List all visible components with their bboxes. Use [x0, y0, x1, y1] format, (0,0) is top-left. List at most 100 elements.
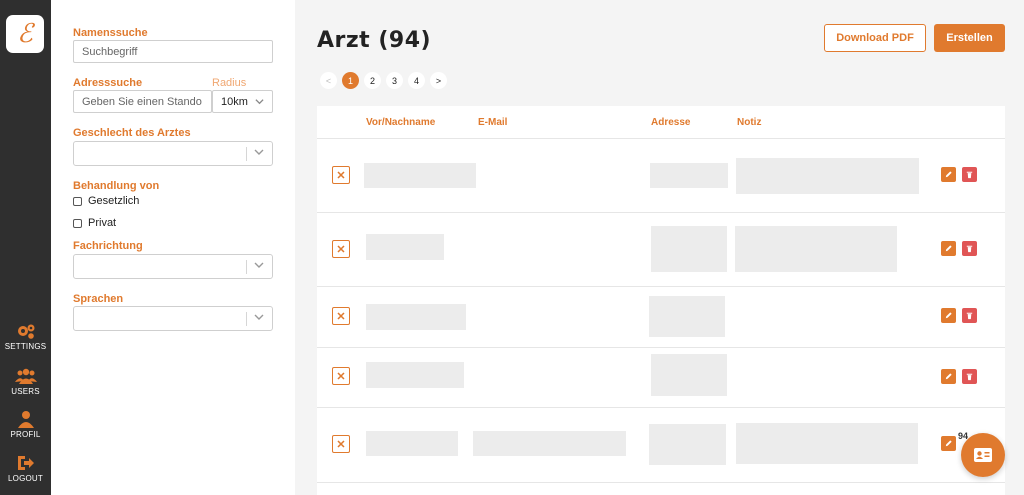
address-search-label: Adresssuche: [73, 77, 143, 89]
address-cell: [651, 226, 727, 272]
sidebar-label-settings: SETTINGS: [4, 342, 47, 351]
select-separator: [246, 260, 247, 274]
name-cell: [366, 234, 444, 260]
column-header-note: Notiz: [737, 117, 762, 128]
edit-button[interactable]: [941, 436, 956, 451]
row-delete-toggle[interactable]: ✕: [332, 307, 350, 325]
delete-button[interactable]: [962, 369, 977, 384]
chevron-down-icon: [255, 99, 264, 105]
languages-label: Sprachen: [73, 293, 124, 305]
logout-icon: [17, 456, 34, 470]
name-cell: [366, 304, 466, 330]
checkbox-box[interactable]: [73, 218, 82, 228]
row-divider: [317, 347, 1005, 348]
column-header-name: Vor/Nachname: [366, 117, 436, 128]
gears-icon: [17, 324, 34, 339]
trash-icon: [966, 245, 973, 253]
contact-card-icon: [974, 448, 992, 462]
address-cell: [650, 163, 728, 188]
download-pdf-button[interactable]: Download PDF: [824, 24, 926, 52]
pagination-page-2[interactable]: 2: [364, 72, 381, 89]
row-divider: [317, 407, 1005, 408]
sidebar-item-users[interactable]: USERS: [0, 367, 51, 396]
filter-panel: Namenssuche Suchbegriff Adresssuche Radi…: [51, 0, 295, 495]
chevron-down-icon: [254, 314, 264, 320]
column-header-address: Adresse: [651, 117, 691, 128]
name-cell: [366, 362, 464, 388]
row-delete-toggle[interactable]: ✕: [332, 367, 350, 385]
checkbox-gesetzlich[interactable]: Gesetzlich: [73, 195, 139, 207]
address-search-placeholder: Geben Sie einen Stando: [82, 95, 202, 108]
doctor-table: Vor/Nachname E-Mail Adresse Notiz ✕ ✕ ✕: [317, 106, 1005, 495]
sidebar-item-logout[interactable]: LOGOUT: [0, 454, 51, 483]
contact-fab-button[interactable]: [961, 433, 1005, 477]
sidebar: ℰ SETTINGS USERS PROFIL LOGOUT: [0, 0, 51, 495]
trash-icon: [966, 312, 973, 320]
row-delete-toggle[interactable]: ✕: [332, 166, 350, 184]
edit-button[interactable]: [941, 241, 956, 256]
trash-icon: [966, 373, 973, 381]
address-cell: [651, 354, 727, 396]
note-cell: [736, 158, 919, 194]
pencil-icon: [945, 373, 952, 380]
name-search-input[interactable]: Suchbegriff: [73, 40, 273, 63]
name-cell: [364, 163, 476, 188]
logo-glyph: ℰ: [17, 19, 33, 49]
radius-value: 10km: [221, 95, 248, 108]
pagination-page-4[interactable]: 4: [408, 72, 425, 89]
languages-select[interactable]: [73, 306, 273, 331]
sidebar-item-profil[interactable]: PROFIL: [0, 410, 51, 439]
gender-label: Geschlecht des Arztes: [73, 127, 191, 139]
note-cell: [735, 226, 897, 272]
select-separator: [246, 312, 247, 326]
edit-button[interactable]: [941, 308, 956, 323]
row-divider: [317, 286, 1005, 287]
chevron-down-icon: [254, 262, 264, 268]
column-header-email: E-Mail: [478, 117, 508, 128]
app-logo[interactable]: ℰ: [6, 15, 44, 53]
pencil-icon: [945, 312, 952, 319]
checkbox-privat[interactable]: Privat: [73, 217, 116, 229]
delete-button[interactable]: [962, 167, 977, 182]
pagination-page-1[interactable]: 1: [342, 72, 359, 89]
edit-button[interactable]: [941, 167, 956, 182]
name-search-label: Namenssuche: [73, 27, 148, 39]
specialty-select[interactable]: [73, 254, 273, 279]
address-search-input[interactable]: Geben Sie einen Stando: [73, 90, 212, 113]
pencil-icon: [945, 171, 952, 178]
page-title: Arzt (94): [317, 28, 432, 53]
radius-select[interactable]: 10km: [212, 90, 273, 113]
create-button[interactable]: Erstellen: [934, 24, 1005, 52]
checkbox-box[interactable]: [73, 196, 82, 206]
pagination-page-3[interactable]: 3: [386, 72, 403, 89]
pencil-icon: [945, 245, 952, 252]
gender-select[interactable]: [73, 141, 273, 166]
edit-button[interactable]: [941, 369, 956, 384]
sidebar-label-profil: PROFIL: [10, 430, 41, 439]
email-cell: [473, 431, 626, 456]
radius-label: Radius: [212, 77, 247, 89]
name-search-placeholder: Suchbegriff: [82, 45, 138, 58]
pagination-prev[interactable]: <: [320, 72, 337, 89]
row-divider: [317, 212, 1005, 213]
address-cell: [649, 424, 726, 465]
select-separator: [246, 147, 247, 161]
pencil-icon: [945, 440, 952, 447]
checkbox-privat-label: Privat: [88, 217, 117, 229]
user-icon: [17, 411, 34, 428]
users-icon: [14, 368, 37, 384]
row-delete-toggle[interactable]: ✕: [332, 240, 350, 258]
sidebar-item-settings[interactable]: SETTINGS: [0, 322, 51, 351]
trash-icon: [966, 171, 973, 179]
row-delete-toggle[interactable]: ✕: [332, 435, 350, 453]
header-divider: [317, 138, 1005, 139]
delete-button[interactable]: [962, 308, 977, 323]
note-cell: [736, 423, 918, 464]
delete-button[interactable]: [962, 241, 977, 256]
pagination-next[interactable]: >: [430, 72, 447, 89]
chevron-down-icon: [254, 149, 264, 155]
pagination: < 1 2 3 4 >: [320, 72, 447, 89]
main-content: Arzt (94) Download PDF Erstellen < 1 2 3…: [295, 0, 1024, 495]
row-divider: [317, 482, 1005, 483]
sidebar-label-logout: LOGOUT: [8, 474, 43, 483]
